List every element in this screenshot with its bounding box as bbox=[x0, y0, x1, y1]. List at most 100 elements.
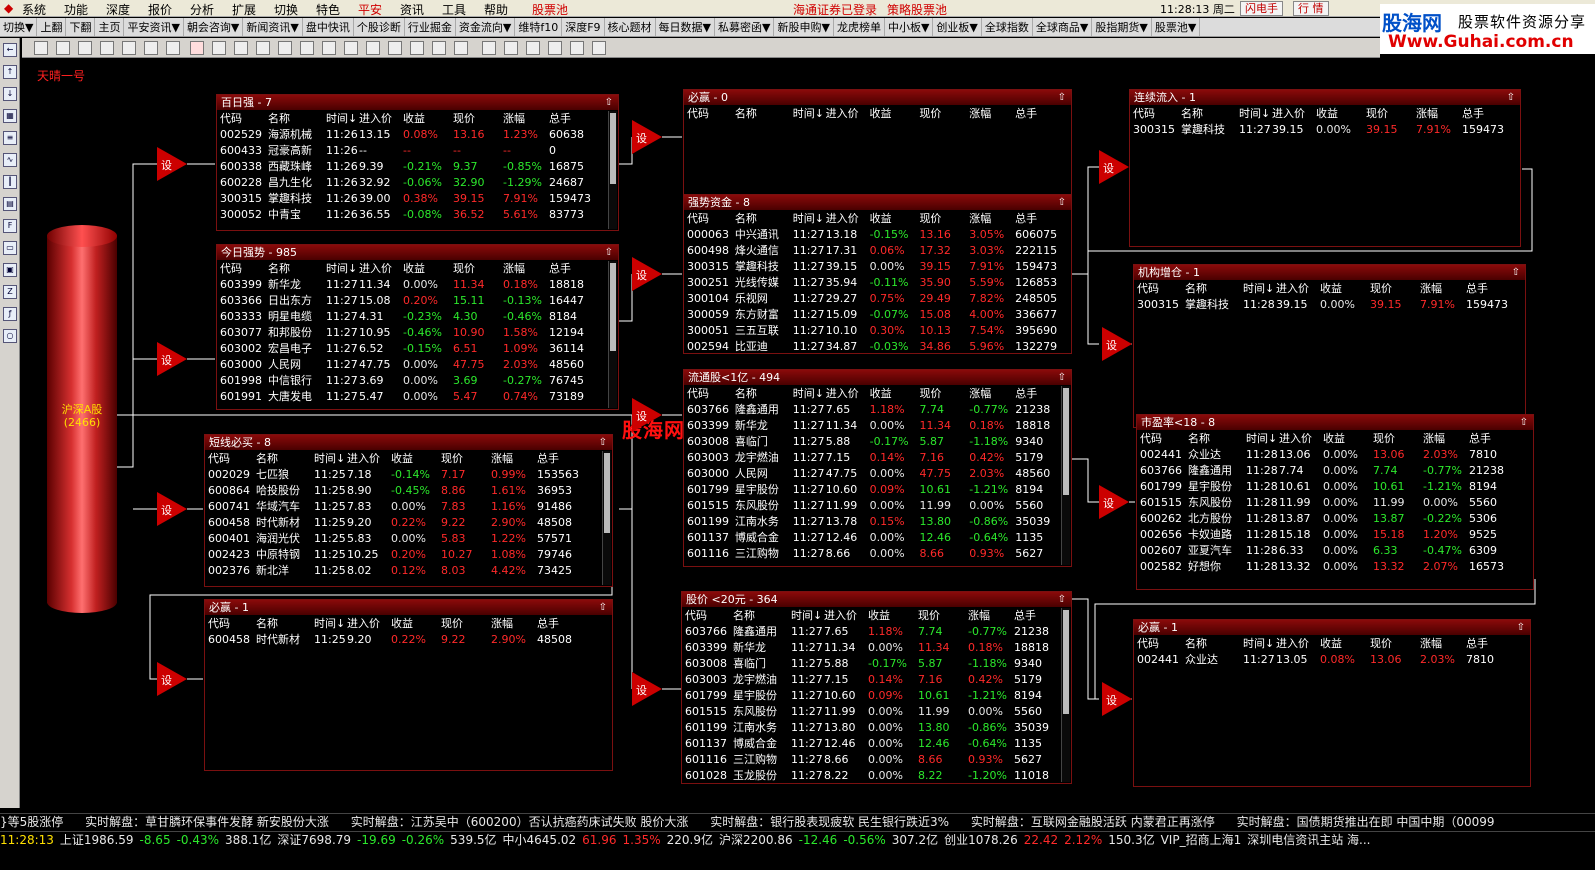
align-icon[interactable] bbox=[526, 41, 540, 55]
nav-item[interactable]: 中小板▼ bbox=[885, 18, 934, 36]
screen-panel-dxbm[interactable]: 短线必买 - 8 ⇧ 代码 名称 时间↓ 进入价 收益 现价 涨幅 总手 002029 七匹狼 11:2… bbox=[204, 434, 613, 587]
column-header[interactable]: 时间↓ bbox=[1243, 280, 1276, 296]
fiz-icon[interactable]: Z bbox=[3, 285, 17, 299]
table-row[interactable]: 601137 博威合金 11:27 12.46 0.00% 12.46 -0.64% 1135 bbox=[685, 735, 1070, 751]
list-icon[interactable]: ≡ bbox=[3, 131, 17, 145]
table-row[interactable]: 300315 掌趣科技 11:28 39.15 0.00% 39.15 7.91% 15947… bbox=[1137, 296, 1522, 312]
screen-panel-ltg[interactable]: 流通股<1亿 - 494 ⇧ 代码 名称 时间↓ 进入价 收益 现价 涨幅 总手 603766 隆鑫通… bbox=[683, 369, 1072, 567]
nav-item[interactable]: 下翻 bbox=[66, 18, 96, 36]
rect-icon[interactable] bbox=[322, 41, 336, 55]
column-header[interactable]: 代码 bbox=[1133, 105, 1181, 121]
ticker-item[interactable]: 实时解盘：草甘膦环保事件发酵 新安股份大涨 bbox=[85, 815, 329, 829]
save-icon[interactable] bbox=[78, 41, 92, 55]
column-header[interactable]: 进入价 bbox=[347, 450, 391, 466]
column-header[interactable]: 总手 bbox=[1466, 280, 1522, 296]
column-header[interactable]: 涨幅 bbox=[969, 385, 1015, 401]
table-row[interactable]: 601137 博威合金 11:27 12.46 0.00% 12.46 -0.64% 1135 bbox=[687, 529, 1071, 545]
line-icon[interactable] bbox=[300, 41, 314, 55]
table-row[interactable]: 601998 中信银行 11:27 3.69 0.00% 3.69 -0.27% 76745 bbox=[220, 372, 605, 388]
column-header[interactable]: 现价 bbox=[919, 105, 969, 121]
column-header[interactable]: 现价 bbox=[453, 260, 503, 276]
column-header[interactable]: 现价 bbox=[1370, 635, 1420, 651]
column-header[interactable]: 涨幅 bbox=[1416, 105, 1462, 121]
line-chart-icon[interactable]: ∿ bbox=[3, 153, 17, 167]
table-row[interactable]: 601199 江南水务 11:27 13.78 0.15% 13.80 -0.86% 3503… bbox=[687, 513, 1071, 529]
table-row[interactable]: 002529 海源机械 11:26 13.15 0.08% 13.16 1.23% 60638 bbox=[220, 126, 605, 142]
pointer-icon[interactable] bbox=[190, 41, 204, 55]
column-header[interactable]: 代码 bbox=[1137, 635, 1185, 651]
table-row[interactable]: 002441 众业达 11:27 13.05 0.08% 13.06 2.03% 7810 bbox=[1137, 651, 1522, 667]
column-header[interactable]: 涨幅 bbox=[968, 607, 1014, 623]
collapse-icon[interactable]: ⇧ bbox=[1058, 195, 1066, 210]
nav-item[interactable]: 新股申购▼ bbox=[774, 18, 834, 36]
panel-header[interactable]: 今日强势 - 985 ⇧ bbox=[217, 245, 618, 260]
collapse-icon[interactable]: ⇧ bbox=[605, 245, 613, 260]
ellipse-icon[interactable] bbox=[410, 41, 424, 55]
nav-item[interactable]: 新闻资讯▼ bbox=[243, 18, 303, 36]
status-item[interactable]: VIP_招商上海1 bbox=[1161, 833, 1242, 847]
menu-switch[interactable]: 切换 bbox=[274, 1, 298, 18]
column-header[interactable]: 代码 bbox=[1137, 280, 1185, 296]
table-row[interactable]: 600458 时代新材 11:25 9.20 0.22% 9.22 2.90% 48508 bbox=[208, 514, 593, 530]
column-header[interactable]: 代码 bbox=[220, 110, 268, 126]
column-header[interactable]: 收益 bbox=[870, 210, 920, 226]
column-header[interactable]: 总手 bbox=[549, 110, 605, 126]
collapse-icon[interactable]: ⇧ bbox=[1058, 90, 1066, 105]
table-row[interactable]: 603008 喜临门 11:27 5.88 -0.17% 5.87 -1.18% 9340 bbox=[687, 433, 1071, 449]
grid-icon[interactable]: ▦ bbox=[3, 109, 17, 123]
column-header[interactable]: 总手 bbox=[537, 450, 593, 466]
column-header[interactable]: 收益 bbox=[1323, 430, 1373, 446]
nav-item[interactable]: 盘中快讯 bbox=[303, 18, 354, 36]
nav-item[interactable]: 维特f10 bbox=[515, 18, 563, 36]
table-row[interactable]: 603333 明星电缆 11:27 4.31 -0.23% 4.30 -0.46% 8184 bbox=[220, 308, 605, 324]
collapse-icon[interactable]: ⇧ bbox=[605, 95, 613, 110]
stock-source-cylinder[interactable]: 沪深A股 (2466) bbox=[47, 225, 117, 615]
column-header[interactable]: 收益 bbox=[1316, 105, 1366, 121]
column-header[interactable]: 时间↓ bbox=[1239, 105, 1272, 121]
column-header[interactable]: 名称 bbox=[735, 210, 793, 226]
shape-icon[interactable] bbox=[234, 41, 248, 55]
scrollbar-thumb[interactable] bbox=[610, 113, 616, 184]
table-row[interactable]: 601028 玉龙股份 11:27 8.22 0.00% 8.22 -1.20% 11018 bbox=[685, 767, 1070, 783]
column-header[interactable]: 时间↓ bbox=[314, 450, 347, 466]
scrollbar[interactable] bbox=[608, 261, 617, 408]
column-header[interactable]: 代码 bbox=[208, 615, 256, 631]
scrollbar[interactable] bbox=[608, 111, 617, 229]
ticker-item[interactable]: 实时解盘：国债期货推出在即 中国中期（00099 bbox=[1237, 815, 1495, 829]
shape-icon[interactable] bbox=[212, 41, 226, 55]
screen-panel-bqq[interactable]: 百日强 - 7 ⇧ 代码 名称 时间↓ 进入价 收益 现价 涨幅 总手 002529 海源机械 11:2… bbox=[216, 94, 619, 231]
column-header[interactable]: 时间↓ bbox=[326, 260, 359, 276]
scrollbar-thumb[interactable] bbox=[1063, 388, 1069, 496]
table-row[interactable]: 600864 哈投股份 11:25 8.90 -0.45% 8.86 1.61% 36953 bbox=[208, 482, 593, 498]
panel-header[interactable]: 流通股<1亿 - 494 ⇧ bbox=[684, 370, 1071, 385]
nav-item[interactable]: 个股诊断 bbox=[354, 18, 405, 36]
panel-header[interactable]: 连续流入 - 1 ⇧ bbox=[1130, 90, 1520, 105]
screen-panel-jrqs[interactable]: 今日强势 - 985 ⇧ 代码 名称 时间↓ 进入价 收益 现价 涨幅 总手 603399 新华龙 11… bbox=[216, 244, 619, 410]
menu-function[interactable]: 功能 bbox=[64, 1, 88, 18]
column-header[interactable]: 名称 bbox=[735, 385, 793, 401]
column-header[interactable]: 现价 bbox=[441, 450, 491, 466]
column-header[interactable]: 现价 bbox=[918, 607, 968, 623]
column-header[interactable]: 时间↓ bbox=[793, 210, 826, 226]
scrollbar[interactable] bbox=[1061, 608, 1070, 782]
collapse-icon[interactable]: ⇧ bbox=[1058, 370, 1066, 385]
panel-header[interactable]: 必赢 - 0 ⇧ bbox=[684, 90, 1071, 105]
table-row[interactable]: 300315 掌趣科技 11:27 39.15 0.00% 39.15 7.91% 15947… bbox=[1133, 121, 1518, 137]
table-row[interactable]: 002029 七匹狼 11:25 7.18 -0.14% 7.17 0.99% 153563 bbox=[208, 466, 593, 482]
column-header[interactable]: 时间↓ bbox=[314, 615, 347, 631]
table-row[interactable]: 601515 东风股份 11:28 11.99 0.00% 11.99 0.00% 5560 bbox=[1140, 494, 1525, 510]
panel-header[interactable]: 市盈率<18 - 8 ⇧ bbox=[1137, 415, 1533, 430]
line-icon[interactable] bbox=[344, 41, 358, 55]
screen-panel-jgzc[interactable]: 机构增仓 - 1 ⇧ 代码 名称 时间↓ 进入价 收益 现价 涨幅 总手 300315 掌趣科技 11:… bbox=[1133, 264, 1526, 428]
screen-panel-bz1[interactable]: 必赢 - 1 ⇧ 代码 名称 时间↓ 进入价 收益 现价 涨幅 总手 600458 时代新材 11:25… bbox=[204, 599, 613, 771]
column-header[interactable]: 代码 bbox=[687, 210, 735, 226]
status-item[interactable]: 深圳电信资讯主站 海... bbox=[1247, 833, 1370, 847]
column-header[interactable]: 进入价 bbox=[1272, 105, 1316, 121]
ticker-item[interactable]: 实时解盘：江苏吴中（600200）否认抗癌药床试失败 股价大涨 bbox=[351, 815, 689, 829]
fx-icon[interactable]: ƒ bbox=[3, 307, 17, 321]
panel-header[interactable]: 必赢 - 1 ⇧ bbox=[205, 600, 612, 615]
column-header[interactable]: 时间↓ bbox=[793, 105, 826, 121]
table-row[interactable]: 600338 西藏珠峰 11:26 9.39 -0.21% 9.37 -0.85% 16875 bbox=[220, 158, 605, 174]
menu-extend[interactable]: 扩展 bbox=[232, 1, 256, 18]
table-row[interactable]: 300104 乐视网 11:27 29.27 0.75% 29.49 7.82% 248505 bbox=[687, 290, 1071, 306]
